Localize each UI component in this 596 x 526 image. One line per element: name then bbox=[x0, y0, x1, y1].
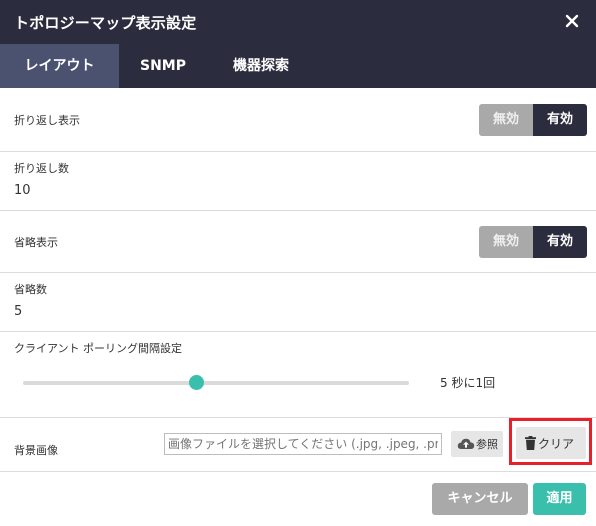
close-icon[interactable] bbox=[562, 11, 582, 31]
tab-layout[interactable]: レイアウト bbox=[0, 44, 119, 88]
setting-row-polling: クライアント ポーリング間隔設定 bbox=[0, 332, 596, 418]
browse-label: 参照 bbox=[476, 438, 498, 451]
abbrev-display-off-button[interactable]: 無効 bbox=[479, 226, 533, 258]
wrap-display-label: 折り返し表示 bbox=[14, 114, 80, 127]
cancel-button[interactable]: キャンセル bbox=[432, 483, 528, 515]
polling-label: クライアント ポーリング間隔設定 bbox=[14, 342, 183, 355]
wrap-display-on-button[interactable]: 有効 bbox=[533, 104, 587, 136]
apply-button[interactable]: 適用 bbox=[533, 483, 586, 515]
background-image-label: 背景画像 bbox=[14, 444, 58, 457]
abbrev-count-label: 省略数 bbox=[14, 283, 47, 296]
wrap-display-off-button[interactable]: 無効 bbox=[479, 104, 533, 136]
wrap-count-value[interactable]: 10 bbox=[14, 183, 31, 198]
dialog-title: トポロジーマップ表示設定 bbox=[14, 14, 197, 32]
clear-button[interactable]: クリア bbox=[516, 427, 586, 459]
polling-slider-thumb[interactable] bbox=[189, 375, 204, 390]
background-image-input[interactable] bbox=[164, 433, 442, 455]
tab-bar: レイアウト SNMP 機器探索 bbox=[0, 44, 596, 88]
setting-row-abbrev-count: 省略数 5 bbox=[0, 273, 596, 332]
dialog-header: トポロジーマップ表示設定 bbox=[0, 0, 596, 44]
polling-slider-track[interactable] bbox=[23, 381, 409, 385]
tab-device-discovery[interactable]: 機器探索 bbox=[207, 44, 315, 88]
setting-row-wrap-display: 折り返し表示 無効 有効 bbox=[0, 89, 596, 152]
browse-button[interactable]: 参照 bbox=[451, 431, 503, 457]
trash-icon bbox=[525, 436, 536, 450]
wrap-count-label: 折り返し数 bbox=[14, 162, 69, 175]
wrap-display-toggle: 無効 有効 bbox=[479, 104, 587, 136]
abbrev-count-value[interactable]: 5 bbox=[14, 304, 22, 319]
cloud-upload-icon bbox=[457, 438, 475, 450]
clear-label: クリア bbox=[538, 437, 575, 451]
tab-snmp[interactable]: SNMP bbox=[119, 44, 207, 88]
setting-row-wrap-count: 折り返し数 10 bbox=[0, 152, 596, 211]
abbrev-display-on-button[interactable]: 有効 bbox=[533, 226, 587, 258]
abbrev-display-label: 省略表示 bbox=[14, 236, 58, 249]
setting-row-abbrev-display: 省略表示 無効 有効 bbox=[0, 211, 596, 273]
abbrev-display-toggle: 無効 有効 bbox=[479, 226, 587, 258]
polling-value-text: 5 秒に1回 bbox=[440, 376, 496, 390]
